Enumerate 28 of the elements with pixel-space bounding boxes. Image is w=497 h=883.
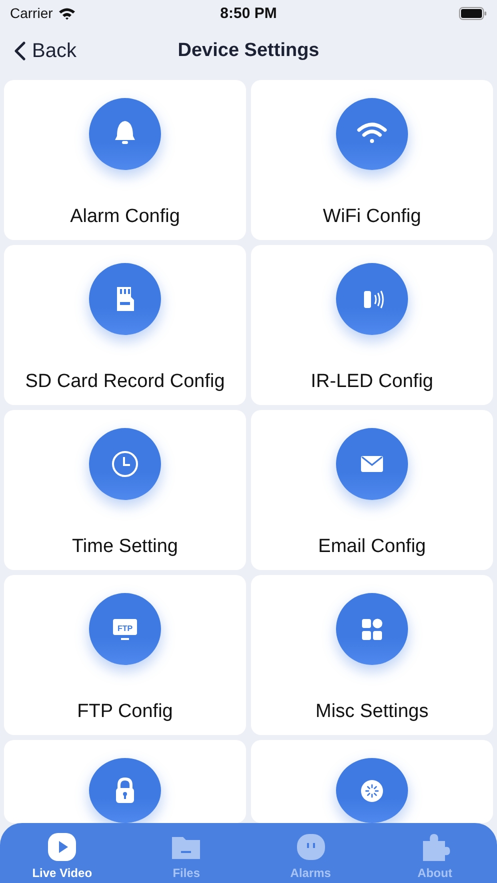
settings-card[interactable]: FTP FTP Config [4,575,246,735]
tab-item[interactable]: Live Video [0,823,124,883]
card-label: Email Config [318,536,426,558]
settings-card[interactable] [4,740,246,823]
settings-card[interactable]: Time Setting [4,410,246,570]
play-icon [47,832,78,862]
settings-card[interactable]: Email Config [251,410,493,570]
settings-card[interactable]: WiFi Config [251,80,493,240]
settings-card[interactable]: SD Card Record Config [4,245,246,405]
card-label: WiFi Config [322,206,422,228]
wifi-signal-icon [58,6,76,20]
settings-card[interactable]: Alarm Config [4,80,246,240]
settings-card[interactable] [251,740,493,823]
card-label: SD Card Record Config [25,371,225,393]
chevron-left-icon [14,41,26,61]
card-label: IR-LED Config [310,371,434,393]
back-button[interactable]: Back [0,40,76,62]
card-label: Alarm Config [70,206,180,228]
settings-card[interactable]: IR-LED Config [251,245,493,405]
clock-time: 8:50 PM [220,5,277,22]
carrier-label: Carrier [10,5,53,21]
card-label: Misc Settings [316,701,428,723]
battery-icon [459,6,487,20]
card-label: FTP Config [77,701,173,723]
chat-icon [296,832,326,862]
page-title: Device Settings [178,40,320,62]
settings-card[interactable]: Misc Settings [251,575,493,735]
card-label: Time Setting [72,536,178,558]
